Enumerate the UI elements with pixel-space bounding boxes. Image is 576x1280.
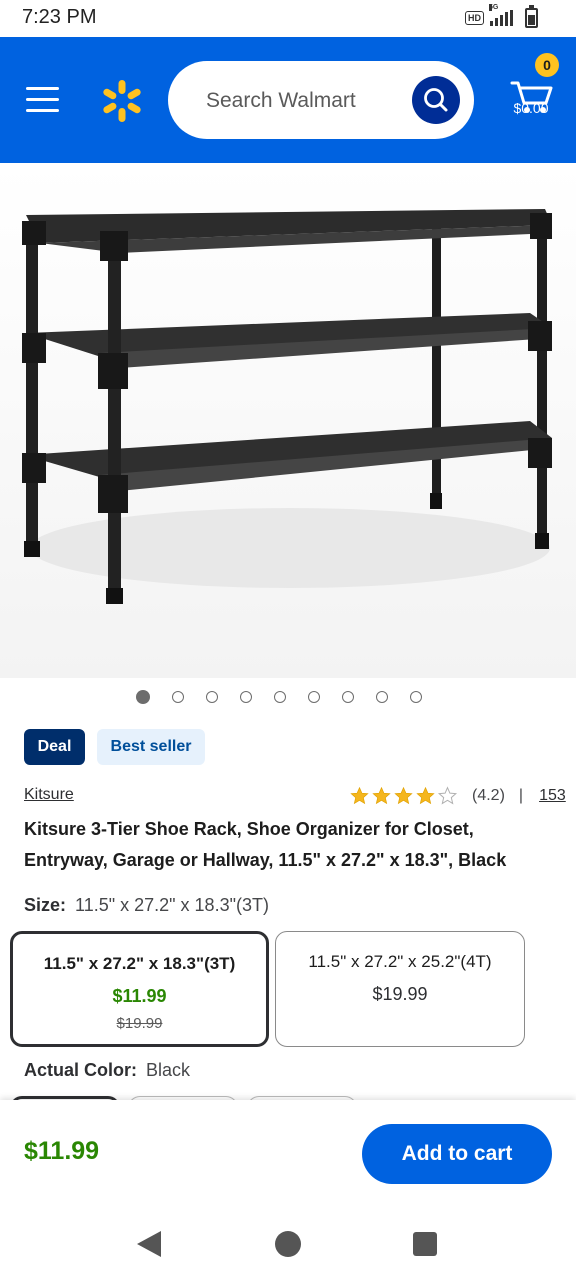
add-to-cart-button[interactable]: Add to cart xyxy=(362,1124,552,1184)
rating-value: (4.2) xyxy=(472,787,505,804)
star-icon xyxy=(394,786,413,805)
add-to-cart-bar: $11.99 Add to cart xyxy=(0,1100,576,1202)
system-navigation-bar xyxy=(0,1202,576,1280)
gallery-dot[interactable] xyxy=(136,690,150,704)
status-icons: HD 5G xyxy=(465,4,538,28)
star-icon xyxy=(350,786,369,805)
rating-separator: | xyxy=(518,787,524,804)
review-count-link[interactable]: 153 xyxy=(539,787,566,805)
search-input[interactable] xyxy=(204,83,408,119)
size-option-4t[interactable]: 11.5" x 27.2" x 25.2"(4T) $19.99 xyxy=(275,931,525,1047)
gallery-dot[interactable] xyxy=(342,691,354,703)
hd-icon: HD xyxy=(465,11,484,25)
back-icon[interactable] xyxy=(137,1231,161,1257)
status-bar: 7:23 PM HD 5G xyxy=(0,0,576,37)
star-rating xyxy=(349,786,458,806)
size-selector-label: Size: 11.5" x 27.2" x 18.3"(3T) xyxy=(24,895,269,916)
best-seller-badge: Best seller xyxy=(97,729,205,765)
size-option-name: 11.5" x 27.2" x 25.2"(4T) xyxy=(308,952,492,971)
size-option-price: $11.99 xyxy=(112,986,167,1006)
gallery-dot[interactable] xyxy=(172,691,184,703)
recent-apps-icon[interactable] xyxy=(413,1232,437,1256)
battery-icon xyxy=(525,5,538,28)
rating-summary[interactable]: (4.2) | 153 xyxy=(349,785,566,807)
status-time: 7:23 PM xyxy=(22,6,97,28)
size-option-name: 11.5" x 27.2" x 18.3"(3T) xyxy=(43,954,236,973)
color-selector-label: Actual Color: Black xyxy=(24,1060,190,1081)
gallery-dot[interactable] xyxy=(308,691,320,703)
color-selected-value: Black xyxy=(146,1060,191,1080)
size-option-price: $19.99 xyxy=(372,984,428,1004)
gallery-dot[interactable] xyxy=(410,691,422,703)
home-icon[interactable] xyxy=(275,1231,301,1257)
color-label: Actual Color: xyxy=(24,1060,138,1080)
gallery-pagination xyxy=(136,690,422,704)
product-title: Kitsure 3-Tier Shoe Rack, Shoe Organizer… xyxy=(24,819,507,870)
search-icon xyxy=(424,88,448,112)
star-icon xyxy=(372,786,391,805)
gallery-dot[interactable] xyxy=(376,691,388,703)
star-icon xyxy=(416,786,435,805)
star-outline-icon xyxy=(437,786,458,805)
size-label: Size: xyxy=(24,895,67,915)
shoe-rack-image xyxy=(0,163,576,678)
cart-total: $0.00 xyxy=(513,100,549,116)
size-selected-value: 11.5" x 27.2" x 18.3"(3T) xyxy=(75,895,269,915)
gallery-dot[interactable] xyxy=(274,691,286,703)
brand-link[interactable]: Kitsure xyxy=(24,786,74,804)
network-type-label: 5G xyxy=(489,4,499,11)
search-bar[interactable] xyxy=(168,61,474,139)
cart-count-badge: 0 xyxy=(535,53,559,77)
walmart-spark-logo[interactable] xyxy=(98,77,146,125)
size-option-was-price: $19.99 xyxy=(116,1015,163,1032)
bottom-price: $11.99 xyxy=(24,1137,100,1165)
app-header: 0 $0.00 xyxy=(0,37,576,163)
gallery-dot[interactable] xyxy=(240,691,252,703)
product-image[interactable] xyxy=(0,163,576,678)
size-option-3t[interactable]: 11.5" x 27.2" x 18.3"(3T) $11.99 $19.99 xyxy=(10,931,269,1047)
gallery-dot[interactable] xyxy=(206,691,218,703)
deal-badge: Deal xyxy=(24,729,85,765)
signal-icon: 5G xyxy=(489,4,513,26)
search-button[interactable] xyxy=(412,76,460,124)
menu-icon[interactable] xyxy=(26,87,59,113)
